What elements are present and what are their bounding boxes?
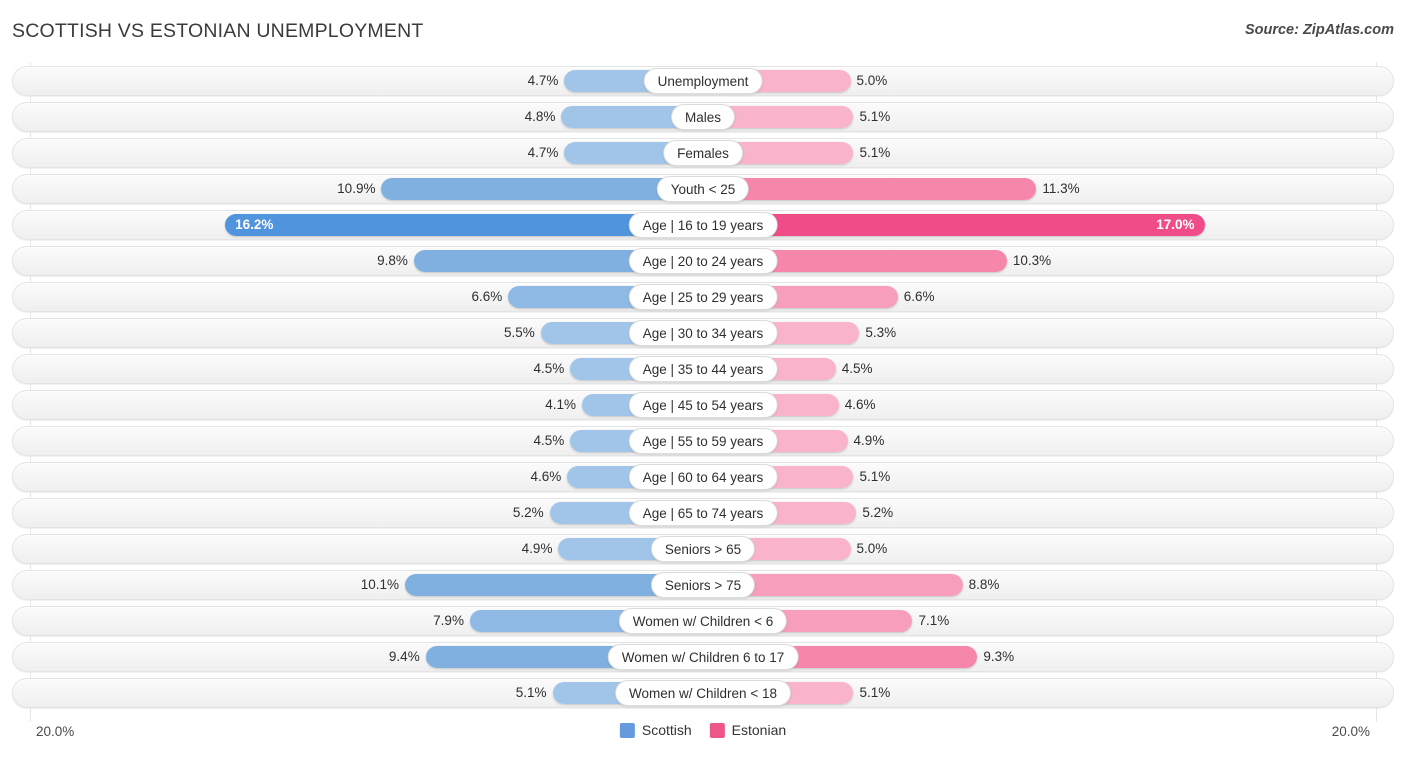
- legend-swatch-icon: [619, 722, 635, 738]
- bar-estonian[interactable]: [703, 178, 1037, 200]
- chart-row[interactable]: 16.2% 17.0% Age | 16 to 19 years: [0, 210, 1406, 240]
- value-label-estonian: 5.1%: [859, 109, 891, 124]
- chart-row[interactable]: 9.8% 10.3% Age | 20 to 24 years: [0, 246, 1406, 276]
- value-label-scottish: 5.2%: [512, 505, 544, 520]
- category-label[interactable]: Age | 16 to 19 years: [628, 212, 778, 238]
- value-label-scottish: 4.5%: [533, 433, 565, 448]
- value-label-estonian: 5.1%: [859, 469, 891, 484]
- value-label-scottish: 5.1%: [515, 685, 547, 700]
- legend-swatch-icon: [709, 722, 725, 738]
- category-label[interactable]: Women w/ Children 6 to 17: [607, 644, 799, 670]
- value-label-scottish: 10.1%: [360, 577, 400, 592]
- value-label-estonian: 10.3%: [1012, 253, 1052, 268]
- category-label[interactable]: Age | 30 to 34 years: [628, 320, 778, 346]
- chart-row[interactable]: 4.7% 5.0% Unemployment: [0, 66, 1406, 96]
- chart-rows: 4.7% 5.0% Unemployment 4.8% 5.1% Males 4.7% 5.1…: [0, 66, 1406, 714]
- category-label[interactable]: Age | 45 to 54 years: [628, 392, 778, 418]
- value-label-scottish: 4.1%: [545, 397, 577, 412]
- category-label[interactable]: Age | 65 to 74 years: [628, 500, 778, 526]
- value-label-scottish: 9.4%: [388, 649, 420, 664]
- chart-row[interactable]: 4.1% 4.6% Age | 45 to 54 years: [0, 390, 1406, 420]
- chart-row[interactable]: 5.2% 5.2% Age | 65 to 74 years: [0, 498, 1406, 528]
- value-label-estonian: 9.3%: [983, 649, 1015, 664]
- chart-row[interactable]: 10.9% 11.3% Youth < 25: [0, 174, 1406, 204]
- category-label[interactable]: Women w/ Children < 18: [615, 680, 791, 706]
- value-label-scottish: 4.7%: [527, 145, 559, 160]
- chart-row[interactable]: 9.4% 9.3% Women w/ Children 6 to 17: [0, 642, 1406, 672]
- chart-row[interactable]: 4.7% 5.1% Females: [0, 138, 1406, 168]
- legend-item-estonian[interactable]: Estonian: [709, 722, 787, 738]
- value-label-scottish: 6.6%: [471, 289, 503, 304]
- value-label-estonian: 11.3%: [1042, 181, 1080, 196]
- category-label[interactable]: Age | 25 to 29 years: [628, 284, 778, 310]
- category-label[interactable]: Age | 55 to 59 years: [628, 428, 778, 454]
- category-label[interactable]: Age | 60 to 64 years: [628, 464, 778, 490]
- category-label[interactable]: Seniors > 75: [650, 572, 756, 598]
- value-label-scottish: 4.9%: [521, 541, 553, 556]
- legend-item-scottish[interactable]: Scottish: [619, 722, 692, 738]
- value-label-estonian: 6.6%: [903, 289, 935, 304]
- axis-label-left: 20.0%: [36, 724, 75, 739]
- bar-scottish[interactable]: [381, 178, 703, 200]
- category-label[interactable]: Age | 35 to 44 years: [628, 356, 778, 382]
- value-label-estonian: 17.0%: [1156, 217, 1195, 232]
- value-label-estonian: 5.0%: [856, 541, 888, 556]
- value-label-scottish: 16.2%: [235, 217, 274, 232]
- chart-row[interactable]: 5.5% 5.3% Age | 30 to 34 years: [0, 318, 1406, 348]
- category-label[interactable]: Youth < 25: [656, 176, 750, 202]
- category-label[interactable]: Women w/ Children < 6: [618, 608, 788, 634]
- value-label-scottish: 4.7%: [527, 73, 559, 88]
- value-label-estonian: 4.6%: [844, 397, 876, 412]
- value-label-estonian: 8.8%: [968, 577, 1000, 592]
- axis-label-right: 20.0%: [1331, 724, 1370, 739]
- value-label-scottish: 7.9%: [433, 613, 464, 628]
- category-label[interactable]: Seniors > 65: [650, 536, 756, 562]
- value-label-estonian: 5.2%: [862, 505, 894, 520]
- page-title: SCOTTISH VS ESTONIAN UNEMPLOYMENT: [12, 20, 424, 42]
- legend-label: Scottish: [641, 722, 692, 738]
- value-label-scottish: 4.6%: [530, 469, 562, 484]
- chart-row[interactable]: 4.6% 5.1% Age | 60 to 64 years: [0, 462, 1406, 492]
- value-label-estonian: 4.9%: [853, 433, 885, 448]
- value-label-estonian: 7.1%: [918, 613, 950, 628]
- value-label-estonian: 5.1%: [859, 685, 891, 700]
- bar-estonian[interactable]: [703, 214, 1205, 236]
- chart-row[interactable]: 4.5% 4.5% Age | 35 to 44 years: [0, 354, 1406, 384]
- value-label-estonian: 5.3%: [865, 325, 897, 340]
- value-label-scottish: 9.8%: [377, 253, 408, 268]
- value-label-scottish: 5.5%: [503, 325, 535, 340]
- chart-page: SCOTTISH VS ESTONIAN UNEMPLOYMENT Source…: [0, 0, 1406, 757]
- value-label-scottish: 10.9%: [337, 181, 376, 196]
- chart-row[interactable]: 4.9% 5.0% Seniors > 65: [0, 534, 1406, 564]
- chart-legend: Scottish Estonian: [619, 722, 787, 738]
- value-label-estonian: 4.5%: [841, 361, 873, 376]
- chart-row[interactable]: 7.9% 7.1% Women w/ Children < 6: [0, 606, 1406, 636]
- legend-label: Estonian: [731, 722, 787, 738]
- value-label-estonian: 5.1%: [859, 145, 891, 160]
- category-label[interactable]: Females: [663, 140, 743, 166]
- category-label[interactable]: Unemployment: [643, 68, 763, 94]
- chart-row[interactable]: 6.6% 6.6% Age | 25 to 29 years: [0, 282, 1406, 312]
- chart-row[interactable]: 4.8% 5.1% Males: [0, 102, 1406, 132]
- value-label-scottish: 4.8%: [524, 109, 556, 124]
- value-label-estonian: 5.0%: [856, 73, 888, 88]
- chart-row[interactable]: 5.1% 5.1% Women w/ Children < 18: [0, 678, 1406, 708]
- value-label-scottish: 4.5%: [533, 361, 565, 376]
- chart-row[interactable]: 4.5% 4.9% Age | 55 to 59 years: [0, 426, 1406, 456]
- category-label[interactable]: Age | 20 to 24 years: [628, 248, 778, 274]
- source-attribution: Source: ZipAtlas.com: [1244, 22, 1394, 38]
- category-label[interactable]: Males: [670, 104, 736, 130]
- chart-row[interactable]: 10.1% 8.8% Seniors > 75: [0, 570, 1406, 600]
